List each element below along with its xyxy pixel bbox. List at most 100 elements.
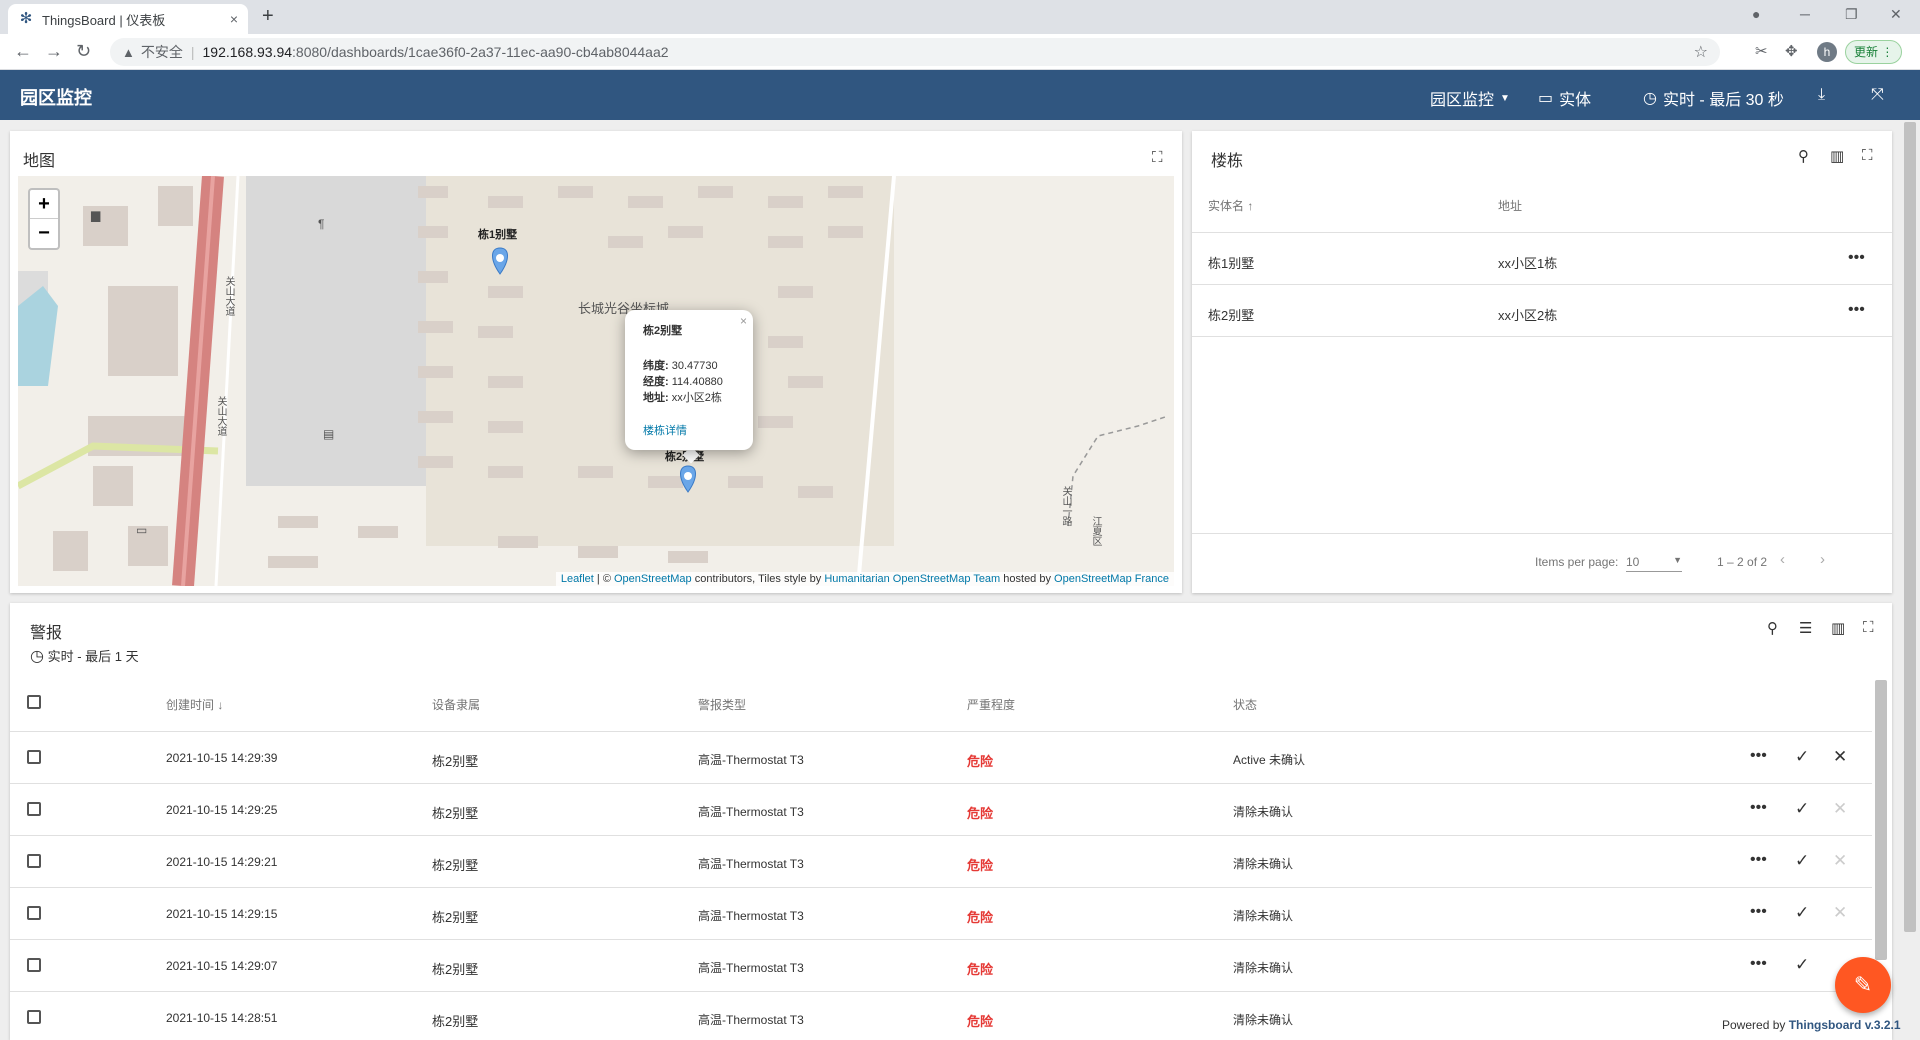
window-close-icon[interactable]: ✕ — [1890, 6, 1902, 23]
map-card-title: 地图 — [23, 153, 56, 170]
row-checkbox[interactable] — [27, 958, 41, 972]
popup-addr-value: xx小区2栋 — [671, 392, 722, 404]
acknowledge-icon[interactable]: ✓ — [1795, 851, 1809, 871]
profile-avatar[interactable]: h — [1817, 42, 1837, 62]
prev-page-icon[interactable]: ‹ — [1780, 551, 1785, 568]
items-per-page-label: Items per page: — [1535, 555, 1619, 569]
extension-icon[interactable]: ✂ — [1755, 42, 1768, 60]
alarm-type-cell: 高温-Thermostat T3 — [698, 753, 804, 767]
fullscreen-exit-icon[interactable]: ⤧ — [1871, 86, 1884, 104]
row-checkbox[interactable] — [27, 750, 41, 764]
map-road-label: 关山大道 — [223, 276, 234, 316]
more-actions-icon[interactable]: ••• — [1848, 301, 1865, 319]
acknowledge-icon[interactable]: ✓ — [1795, 955, 1809, 975]
url-input[interactable]: ▲ 不安全 | 192.168.93.94:8080/dashboards/1c… — [110, 38, 1720, 66]
popup-title: 栋2别墅 — [643, 325, 683, 337]
row-checkbox[interactable] — [27, 854, 41, 868]
map-fullscreen-icon[interactable]: ⛶ — [1152, 149, 1163, 166]
attribution-sep: | © — [593, 573, 614, 585]
url-rest: :8080/dashboards/1cae36f0-2a37-11ec-aa90… — [292, 44, 669, 60]
osm-link[interactable]: OpenStreetMap — [614, 573, 692, 585]
col-status[interactable]: 状态 — [1233, 696, 1257, 713]
col-originator[interactable]: 设备隶属 — [432, 696, 480, 713]
next-page-icon[interactable]: › — [1820, 551, 1825, 568]
warning-icon: ▲ — [122, 44, 135, 60]
clear-alarm-icon[interactable]: ✕ — [1833, 747, 1847, 767]
col-severity[interactable]: 严重程度 — [967, 696, 1015, 713]
page-scrollbar[interactable] — [1904, 122, 1916, 932]
acknowledge-icon[interactable]: ✓ — [1795, 903, 1809, 923]
paginator-divider — [1192, 533, 1892, 534]
update-button[interactable]: 更新 ⋮ — [1845, 40, 1903, 64]
clear-alarm-icon: ✕ — [1833, 903, 1848, 922]
more-actions-icon[interactable]: ••• — [1750, 799, 1767, 817]
severity-cell: 危险 — [967, 754, 994, 769]
map-road-label-2: 关山大道 — [215, 396, 226, 436]
attribution-mid: contributors, Tiles style by — [691, 573, 825, 585]
acknowledge-icon[interactable]: ✓ — [1795, 747, 1809, 767]
alarms-fullscreen-icon[interactable]: ⛶ — [1863, 619, 1874, 636]
back-icon[interactable]: ← — [14, 41, 32, 62]
zoom-in-button[interactable]: + — [30, 190, 58, 219]
buildings-fullscreen-icon[interactable]: ⛶ — [1862, 147, 1873, 164]
col-address[interactable]: 地址 — [1498, 197, 1522, 214]
col-alarm-type[interactable]: 警报类型 — [698, 696, 746, 713]
row-checkbox[interactable] — [27, 906, 41, 920]
powered-by: Powered by Thingsboard v.3.2.1 — [1722, 1018, 1901, 1032]
map-tiles: ▆ ¶ ▤ ▭ — [18, 176, 1169, 586]
search-icon[interactable]: ⚲ — [1767, 619, 1778, 637]
buildings-card-title: 楼栋 — [1211, 153, 1244, 170]
columns-icon[interactable]: ▥ — [1831, 619, 1845, 637]
bookmark-star-icon[interactable]: ☆ — [1694, 42, 1708, 62]
leaflet-link[interactable]: Leaflet — [561, 573, 594, 585]
edit-dashboard-button[interactable]: ✎ — [1835, 957, 1891, 1013]
more-actions-icon[interactable]: ••• — [1750, 851, 1767, 869]
more-actions-icon[interactable]: ••• — [1750, 747, 1767, 765]
osm-france-link[interactable]: OpenStreetMap France — [1054, 573, 1169, 585]
map-canvas[interactable]: ▆ ¶ ▤ ▭ 栋1别墅 长城光谷坐标城 栋2别墅 关山大道 关山大道 关山一路… — [18, 176, 1174, 586]
browser-tab[interactable]: ✻ ThingsBoard | 仪表板 × — [8, 4, 248, 34]
search-icon[interactable]: ⚲ — [1798, 147, 1809, 165]
popup-close-icon[interactable]: × — [740, 314, 747, 328]
zoom-out-button[interactable]: − — [30, 219, 58, 248]
hot-link[interactable]: Humanitarian OpenStreetMap Team — [824, 573, 1000, 585]
items-per-page-select[interactable]: 10 ▼ — [1626, 555, 1682, 572]
row-checkbox[interactable] — [27, 802, 41, 816]
select-all-checkbox[interactable] — [27, 695, 41, 709]
thingsboard-version-link[interactable]: Thingsboard v.3.2.1 — [1789, 1018, 1901, 1032]
acknowledge-icon[interactable]: ✓ — [1795, 799, 1809, 819]
row-checkbox[interactable] — [27, 1010, 41, 1024]
more-actions-icon[interactable]: ••• — [1750, 955, 1767, 973]
reload-icon[interactable]: ↻ — [76, 41, 91, 62]
col-created-time[interactable]: 创建时间 ↓ — [166, 696, 223, 713]
building-details-link[interactable]: 楼栋详情 — [643, 422, 735, 438]
tab-close-icon[interactable]: × — [230, 11, 238, 27]
alarms-scrollbar[interactable] — [1875, 680, 1887, 960]
dashboard-select[interactable]: 园区监控 ▼ — [1430, 86, 1510, 110]
filter-icon[interactable]: ☰ — [1799, 619, 1812, 637]
columns-icon[interactable]: ▥ — [1830, 147, 1844, 165]
dashboard-title: 园区监控 — [20, 88, 92, 108]
severity-cell: 危险 — [967, 910, 994, 925]
alarm-type-cell: 高温-Thermostat T3 — [698, 1013, 804, 1027]
col-entity-name[interactable]: 实体名 ↑ — [1208, 197, 1253, 214]
svg-text:¶: ¶ — [318, 217, 324, 231]
more-actions-icon[interactable]: ••• — [1848, 249, 1865, 267]
alarms-card: 警报 ◷ 实时 - 最后 1 天 ⚲ ☰ ▥ ⛶ 创建时间 ↓ 设备隶属 警报类… — [10, 603, 1892, 1040]
puzzle-extensions-icon[interactable]: ✥ — [1785, 42, 1798, 60]
popup-latitude: 纬度: 30.47730 — [643, 358, 735, 374]
new-tab-button[interactable]: + — [262, 5, 274, 28]
dashboard-toolbar: 园区监控 园区监控 ▼ ▭ 实体 ◷ 实时 - 最后 30 秒 ⤓ ⤧ — [0, 70, 1920, 120]
profile-menu-icon[interactable]: ● — [1752, 6, 1760, 22]
alarms-timewindow[interactable]: ◷ 实时 - 最后 1 天 — [30, 646, 139, 666]
popup-longitude: 经度: 114.40880 — [643, 374, 735, 390]
timewindow-button[interactable]: ◷ 实时 - 最后 30 秒 — [1643, 86, 1784, 110]
download-icon[interactable]: ⤓ — [1818, 86, 1825, 104]
restore-icon[interactable]: ❐ — [1845, 6, 1858, 23]
entities-button[interactable]: ▭ 实体 — [1538, 86, 1591, 110]
minimize-icon[interactable]: ─ — [1800, 6, 1810, 22]
forward-icon[interactable]: → — [45, 41, 63, 62]
tab-title: ThingsBoard | 仪表板 — [42, 12, 166, 28]
more-actions-icon[interactable]: ••• — [1750, 903, 1767, 921]
created-time-cell: 2021-10-15 14:29:15 — [166, 907, 278, 921]
